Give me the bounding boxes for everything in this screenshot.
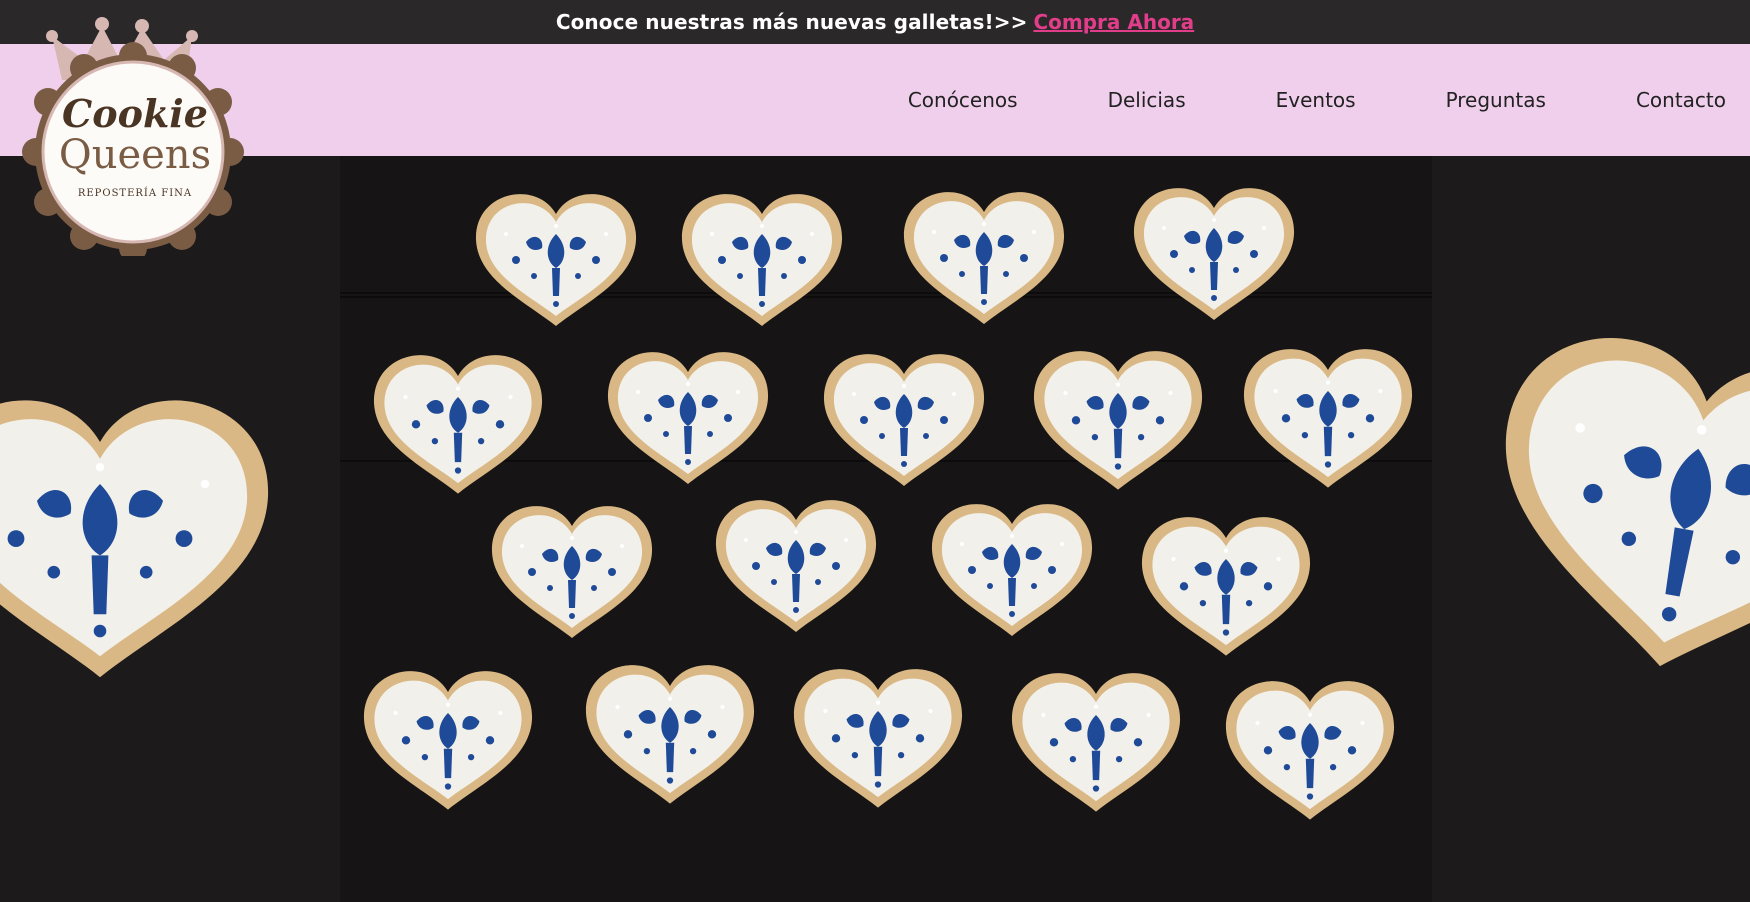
nav-conocenos[interactable]: Conócenos [908, 88, 1018, 112]
cookie-queens-logo[interactable]: Cookie Queens REPOSTERÍA FINA [22, 6, 248, 262]
nav-eventos[interactable]: Eventos [1276, 88, 1356, 112]
shop-now-link[interactable]: Compra Ahora [1033, 10, 1194, 34]
hero-image [0, 156, 1750, 902]
announcement-text: Conoce nuestras más nuevas galletas!>> [555, 10, 1028, 34]
announcement-bar: Conoce nuestras más nuevas galletas!>> C… [0, 0, 1750, 44]
logo-line2: Queens [58, 132, 212, 178]
nav-contacto[interactable]: Contacto [1636, 88, 1726, 112]
nav-preguntas[interactable]: Preguntas [1446, 88, 1546, 112]
main-nav: Conócenos Delicias Eventos Preguntas Con… [818, 44, 1726, 156]
logo-line1: Cookie [62, 91, 208, 136]
logo-tagline: REPOSTERÍA FINA [77, 188, 193, 199]
nav-delicias[interactable]: Delicias [1108, 88, 1186, 112]
cookies-illustration [0, 188, 1750, 820]
